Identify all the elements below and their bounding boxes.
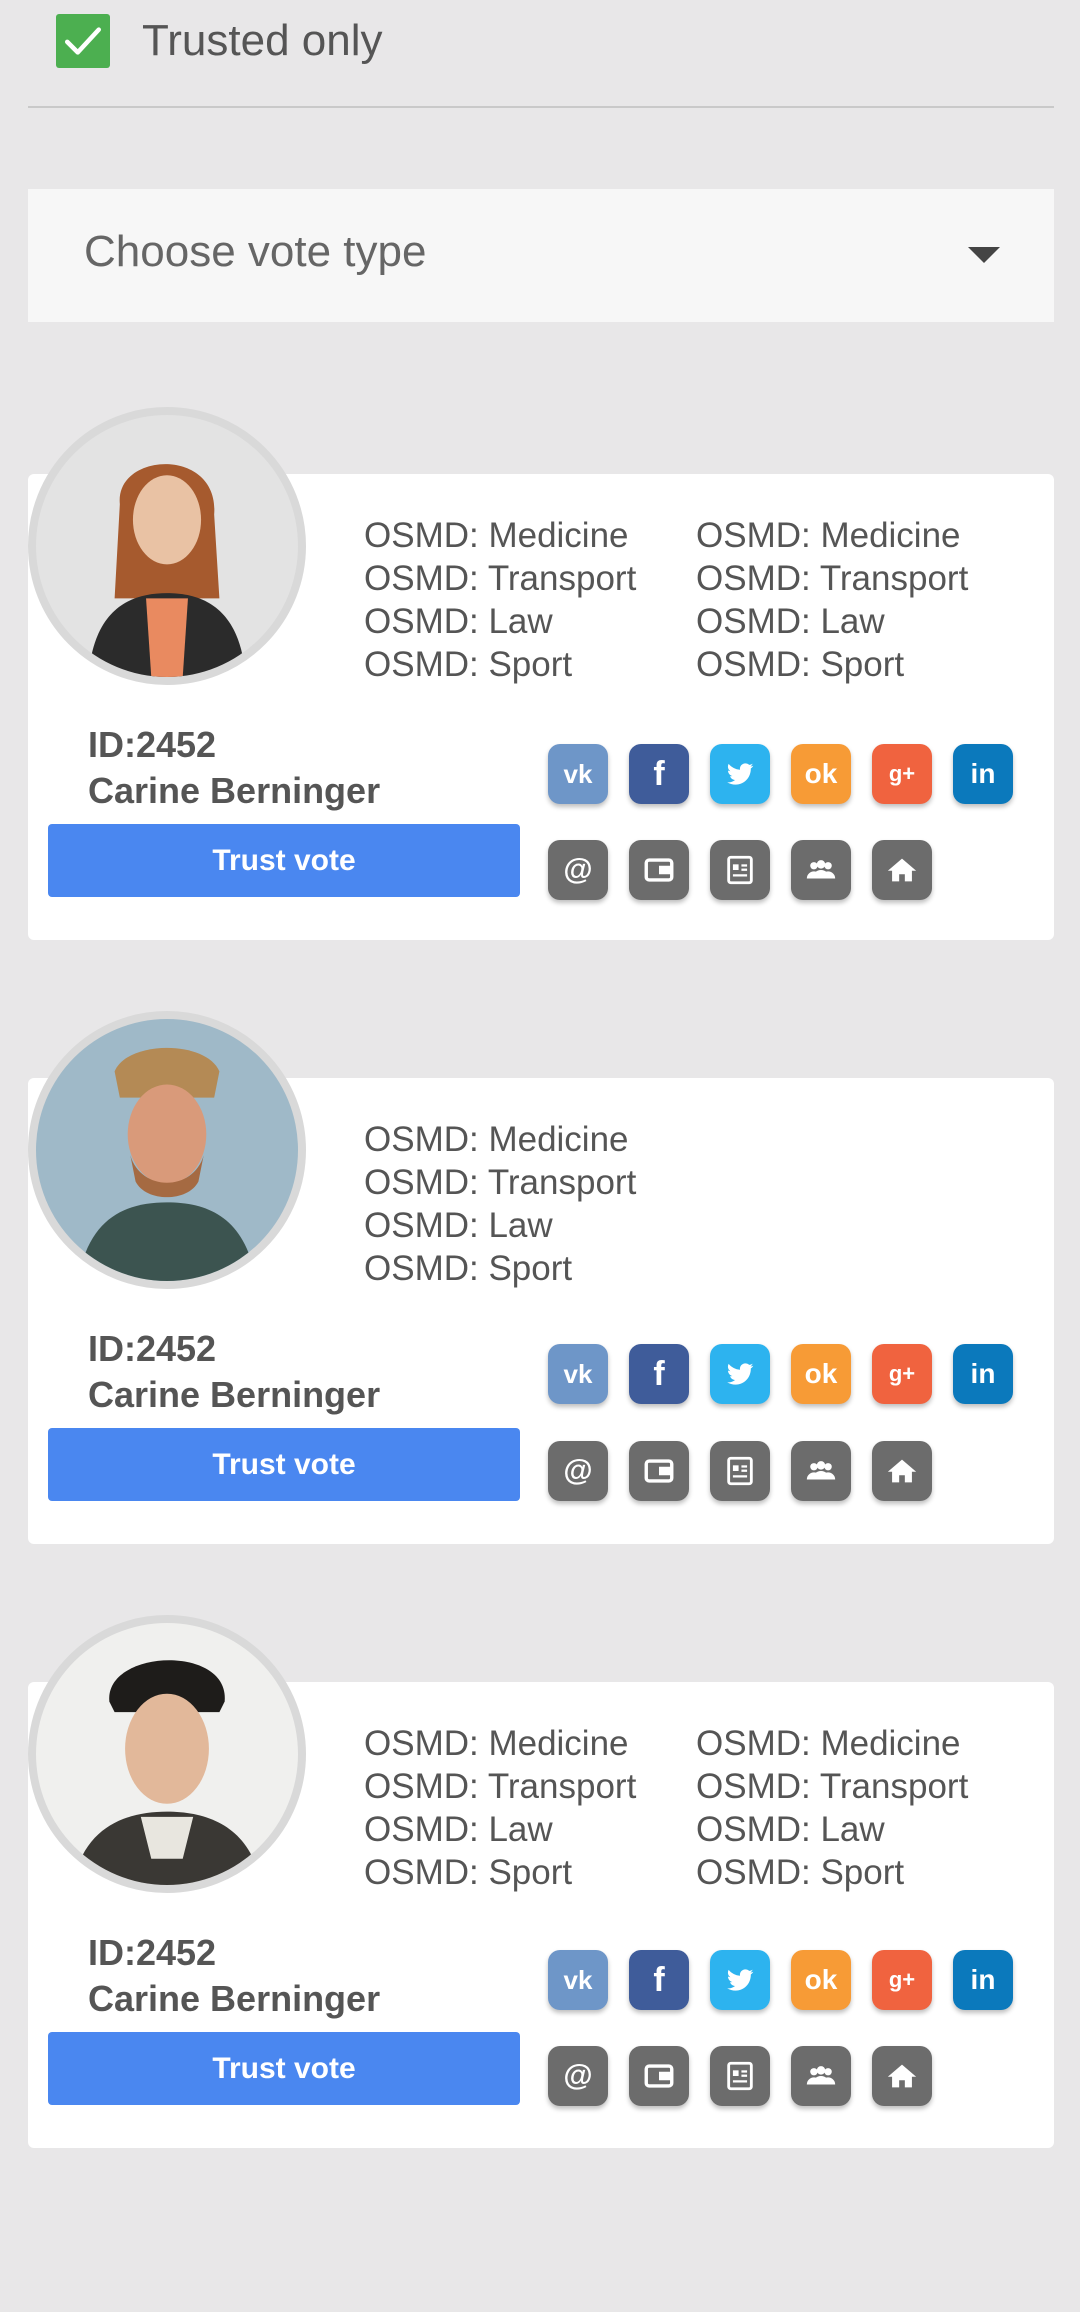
tag-item: OSMD: Transport [364, 1163, 637, 1202]
linkedin-icon[interactable]: in [953, 1344, 1013, 1404]
trust-vote-button[interactable]: Trust vote [48, 824, 520, 897]
tag-item: OSMD: Medicine [364, 1724, 629, 1763]
tag-item: OSMD: Medicine [364, 1120, 629, 1159]
google-plus-icon[interactable]: g+ [872, 1950, 932, 2010]
checkmark-icon [64, 27, 102, 55]
tag-item: OSMD: Sport [364, 1249, 573, 1288]
tag-item: OSMD: Law [364, 1810, 553, 1849]
user-name: Carine Berninger [88, 770, 381, 811]
trusted-only-checkbox[interactable] [56, 14, 110, 68]
user-name: Carine Berninger [88, 1374, 381, 1415]
id-card-icon[interactable] [710, 840, 770, 900]
trust-vote-button[interactable]: Trust vote [48, 2032, 520, 2105]
wallet-icon[interactable] [629, 2046, 689, 2106]
tag-item: OSMD: Law [364, 1206, 553, 1245]
id-card-icon[interactable] [710, 2046, 770, 2106]
wallet-icon[interactable] [629, 840, 689, 900]
tag-item: OSMD: Transport [364, 1767, 637, 1806]
google-plus-icon[interactable]: g+ [872, 1344, 932, 1404]
group-icon[interactable] [791, 1441, 851, 1501]
user-id: ID:2452 [88, 1328, 217, 1369]
linkedin-icon[interactable]: in [953, 744, 1013, 804]
vote-type-placeholder: Choose vote type [84, 227, 427, 276]
home-icon[interactable] [872, 1441, 932, 1501]
tag-item: OSMD: Sport [364, 645, 573, 684]
dropdown-arrow-icon [968, 247, 1000, 263]
tag-item: OSMD: Sport [696, 1853, 905, 1892]
vk-icon[interactable]: vk [548, 744, 608, 804]
vk-icon[interactable]: vk [548, 1344, 608, 1404]
id-card-icon[interactable] [710, 1441, 770, 1501]
facebook-icon[interactable]: f [629, 1950, 689, 2010]
email-icon[interactable]: @ [548, 1441, 608, 1501]
tag-item: OSMD: Transport [696, 1767, 969, 1806]
twitter-icon[interactable] [710, 1344, 770, 1404]
vk-icon[interactable]: vk [548, 1950, 608, 2010]
tag-item: OSMD: Medicine [696, 1724, 961, 1763]
user-id: ID:2452 [88, 724, 217, 765]
tag-item: OSMD: Law [696, 602, 885, 641]
linkedin-icon[interactable]: in [953, 1950, 1013, 2010]
email-icon[interactable]: @ [548, 2046, 608, 2106]
trusted-only-label: Trusted only [142, 16, 383, 65]
trust-vote-button[interactable]: Trust vote [48, 1428, 520, 1501]
tag-item: OSMD: Law [364, 602, 553, 641]
user-name: Carine Berninger [88, 1978, 381, 2019]
home-icon[interactable] [872, 840, 932, 900]
twitter-icon[interactable] [710, 744, 770, 804]
group-icon[interactable] [791, 2046, 851, 2106]
group-icon[interactable] [791, 840, 851, 900]
avatar [28, 1615, 306, 1893]
tag-item: OSMD: Medicine [696, 516, 961, 555]
avatar [28, 1011, 306, 1289]
tag-item: OSMD: Law [696, 1810, 885, 1849]
tag-list: OSMD: Medicine OSMD: Transport OSMD: Law… [696, 514, 968, 686]
user-id: ID:2452 [88, 1932, 217, 1973]
facebook-icon[interactable]: f [629, 1344, 689, 1404]
tag-list: OSMD: Medicine OSMD: Transport OSMD: Law… [364, 1722, 636, 1894]
odnoklassniki-icon[interactable]: ok [791, 1344, 851, 1404]
tag-item: OSMD: Sport [364, 1853, 573, 1892]
tag-item: OSMD: Medicine [364, 516, 629, 555]
tag-list: OSMD: Medicine OSMD: Transport OSMD: Law… [364, 1118, 636, 1290]
twitter-icon[interactable] [710, 1950, 770, 2010]
odnoklassniki-icon[interactable]: ok [791, 744, 851, 804]
odnoklassniki-icon[interactable]: ok [791, 1950, 851, 2010]
wallet-icon[interactable] [629, 1441, 689, 1501]
avatar [28, 407, 306, 685]
email-icon[interactable]: @ [548, 840, 608, 900]
tag-list: OSMD: Medicine OSMD: Transport OSMD: Law… [364, 514, 636, 686]
vote-type-select[interactable]: Choose vote type [28, 189, 1054, 322]
tag-item: OSMD: Sport [696, 645, 905, 684]
google-plus-icon[interactable]: g+ [872, 744, 932, 804]
tag-list: OSMD: Medicine OSMD: Transport OSMD: Law… [696, 1722, 968, 1894]
home-icon[interactable] [872, 2046, 932, 2106]
tag-item: OSMD: Transport [696, 559, 969, 598]
facebook-icon[interactable]: f [629, 744, 689, 804]
tag-item: OSMD: Transport [364, 559, 637, 598]
